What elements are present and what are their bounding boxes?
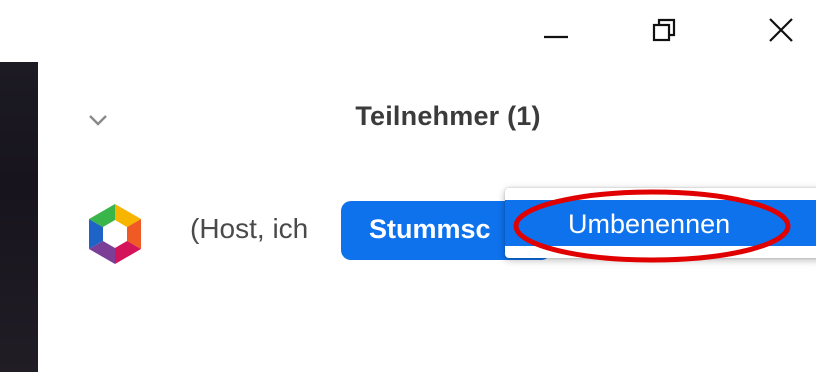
collapse-panel-button[interactable] xyxy=(84,110,112,130)
participant-context-menu: Umbenennen xyxy=(505,188,816,258)
restore-icon xyxy=(652,18,676,42)
restore-button[interactable] xyxy=(641,8,687,52)
close-button[interactable] xyxy=(758,8,804,52)
close-icon xyxy=(769,18,793,42)
background-window-edge xyxy=(0,62,38,372)
menu-item-rename-label: Umbenennen xyxy=(568,209,731,239)
zoom-participants-window: Teilnehmer (1) (Host, ich Stummsc Umbene… xyxy=(0,0,816,372)
minimize-button[interactable] xyxy=(533,8,579,52)
panel-title: Teilnehmer (1) xyxy=(355,101,541,131)
mute-button-label: Stummsc xyxy=(369,214,491,244)
menu-item-rename[interactable]: Umbenennen xyxy=(505,200,816,246)
participant-name: (Host, ich xyxy=(190,213,309,244)
zoom-hexagon-avatar-icon xyxy=(89,204,141,264)
chevron-down-icon xyxy=(89,115,107,126)
minimize-icon xyxy=(544,35,568,39)
